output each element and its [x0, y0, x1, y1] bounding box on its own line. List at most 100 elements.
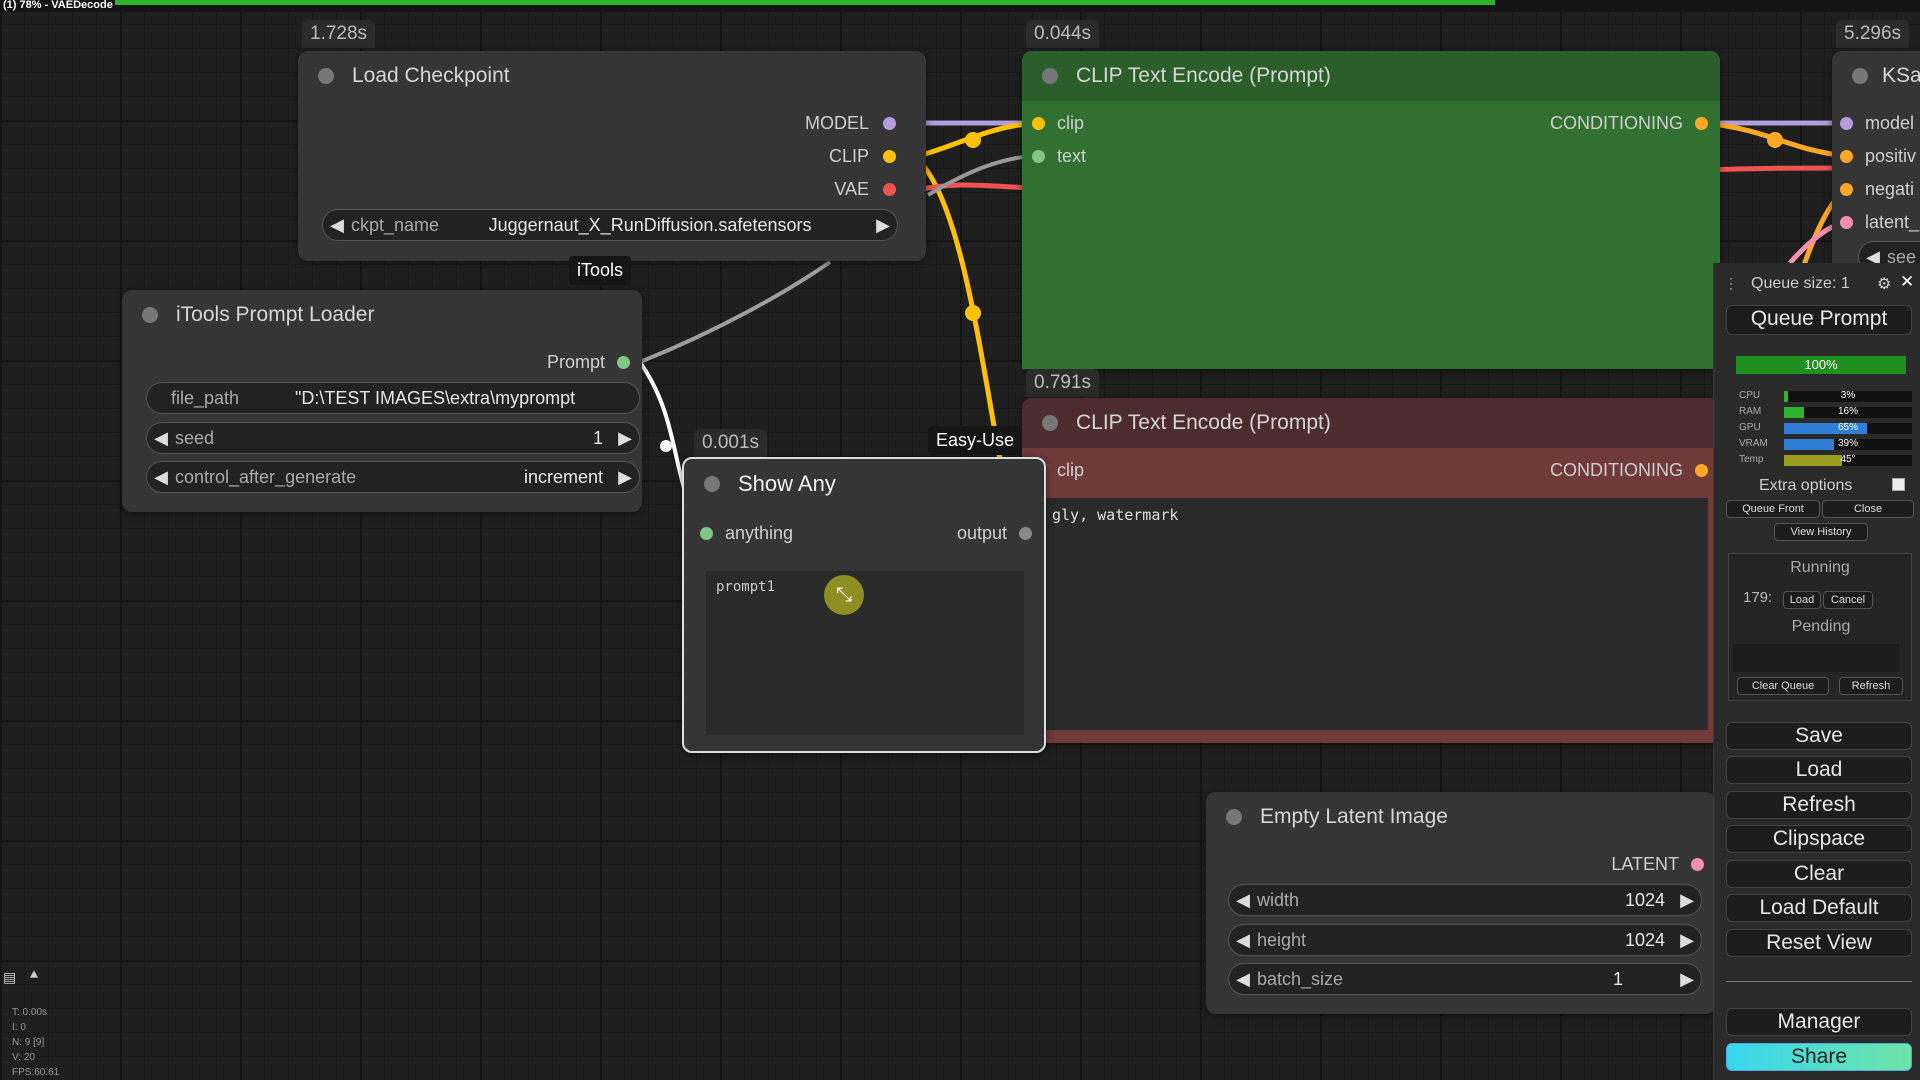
pending-list[interactable]: [1733, 644, 1899, 672]
ksampler-header[interactable]: KSa: [1832, 51, 1920, 101]
slot-dot-icon[interactable]: [883, 183, 896, 196]
output-vae[interactable]: VAE: [834, 179, 896, 200]
slot-dot-icon[interactable]: [883, 117, 896, 130]
input-latent[interactable]: latent_: [1840, 212, 1919, 233]
queue-panel[interactable]: ⋮ Queue size: 1 ⚙ ✕ Queue Prompt 100% CP…: [1713, 263, 1920, 1080]
collapse-dot-icon[interactable]: [1226, 809, 1242, 825]
queue-prompt-button[interactable]: Queue Prompt: [1726, 305, 1912, 335]
input-clip[interactable]: clip: [1032, 113, 1084, 134]
file-path-field[interactable]: file_path "D:\TEST IMAGES\extra\myprompt: [146, 382, 640, 414]
itools-prompt-loader-node[interactable]: iTools Prompt Loader Prompt file_path "D…: [122, 290, 642, 512]
input-negative[interactable]: negati: [1840, 179, 1914, 200]
pin-icon[interactable]: ⯅: [28, 967, 40, 984]
slot-dot-icon[interactable]: [617, 356, 630, 369]
batch-size-number[interactable]: ◀ batch_size 1 ▶: [1228, 963, 1702, 995]
load-checkpoint-header[interactable]: Load Checkpoint: [298, 51, 926, 101]
refresh-queue-button[interactable]: Refresh: [1839, 677, 1903, 695]
slot-dot-icon[interactable]: [1840, 216, 1853, 229]
cancel-button[interactable]: Cancel: [1823, 591, 1873, 609]
widget-label: seed: [175, 427, 215, 448]
input-text[interactable]: text: [1032, 146, 1086, 167]
empty-latent-image-node[interactable]: Empty Latent Image LATENT ◀ width 1024 ▶…: [1206, 792, 1716, 1014]
show-any-node[interactable]: Show Any anything output prompt1 ⤡: [682, 457, 1046, 753]
show-any-content[interactable]: prompt1: [706, 571, 1024, 735]
arrow-left-icon[interactable]: ◀: [1229, 969, 1257, 990]
arrow-left-icon[interactable]: ◀: [147, 428, 175, 449]
collapse-dot-icon[interactable]: [1042, 415, 1058, 431]
clip-text-encode-negative-node[interactable]: CLIP Text Encode (Prompt) clip CONDITION…: [1022, 398, 1720, 743]
close-icon[interactable]: ✕: [1900, 272, 1914, 292]
extra-options-checkbox[interactable]: [1892, 478, 1905, 491]
ksampler-node[interactable]: KSa model positiv negati latent_ ◀ see: [1832, 51, 1920, 276]
slot-dot-icon[interactable]: [1019, 527, 1032, 540]
slot-dot-icon[interactable]: [700, 527, 713, 540]
clear-button[interactable]: Clear: [1726, 860, 1912, 888]
arrow-left-icon[interactable]: ◀: [323, 215, 351, 236]
arrow-right-icon[interactable]: ▶: [1673, 890, 1701, 911]
share-button[interactable]: Share: [1726, 1043, 1912, 1071]
output-output[interactable]: output: [957, 523, 1032, 544]
output-label: MODEL: [804, 113, 869, 133]
reset-view-button[interactable]: Reset View: [1726, 929, 1912, 957]
queue-front-button[interactable]: Queue Front: [1726, 500, 1820, 518]
settings-gear-icon[interactable]: ⚙: [1877, 274, 1891, 294]
arrow-right-icon[interactable]: ▶: [611, 428, 639, 449]
arrow-right-icon[interactable]: ▶: [869, 215, 897, 236]
arrow-left-icon[interactable]: ◀: [147, 467, 175, 488]
width-number[interactable]: ◀ width 1024 ▶: [1228, 884, 1702, 916]
arrow-right-icon[interactable]: ▶: [1673, 930, 1701, 951]
collapse-dot-icon[interactable]: [318, 68, 334, 84]
clipspace-button[interactable]: Clipspace: [1726, 825, 1912, 853]
slot-dot-icon[interactable]: [1840, 183, 1853, 196]
collapse-dot-icon[interactable]: [1042, 68, 1058, 84]
load-default-button[interactable]: Load Default: [1726, 894, 1912, 922]
slot-dot-icon[interactable]: [1032, 117, 1045, 130]
output-prompt[interactable]: Prompt: [547, 352, 630, 373]
manager-button[interactable]: Manager: [1726, 1008, 1912, 1036]
output-model[interactable]: MODEL: [805, 113, 896, 134]
height-number[interactable]: ◀ height 1024 ▶: [1228, 924, 1702, 956]
clip-text-encode-positive-node[interactable]: CLIP Text Encode (Prompt) clip text COND…: [1022, 51, 1720, 369]
drag-handle-icon[interactable]: ⋮: [1724, 275, 1738, 292]
collapse-dot-icon[interactable]: [704, 476, 720, 492]
load-checkpoint-node[interactable]: Load Checkpoint MODEL CLIP VAE ◀ ckpt_na…: [298, 51, 926, 261]
slot-dot-icon[interactable]: [1695, 117, 1708, 130]
collapse-dot-icon[interactable]: [142, 307, 158, 323]
text-input[interactable]: gly, watermark: [1032, 498, 1708, 730]
clip-pos-header[interactable]: CLIP Text Encode (Prompt): [1022, 51, 1720, 101]
ckpt-name-combo[interactable]: ◀ ckpt_name Juggernaut_X_RunDiffusion.sa…: [322, 209, 898, 241]
slot-dot-icon[interactable]: [883, 150, 896, 163]
input-positive[interactable]: positiv: [1840, 146, 1916, 167]
load-button[interactable]: Load: [1783, 591, 1821, 609]
output-conditioning[interactable]: CONDITIONING: [1550, 460, 1708, 481]
slot-dot-icon[interactable]: [1695, 464, 1708, 477]
seed-number[interactable]: ◀ seed 1 ▶: [146, 422, 640, 454]
save-button[interactable]: Save: [1726, 722, 1912, 750]
output-conditioning[interactable]: CONDITIONING: [1550, 113, 1708, 134]
close-button[interactable]: Close: [1822, 500, 1914, 518]
output-latent[interactable]: LATENT: [1611, 854, 1704, 875]
control-after-generate-combo[interactable]: ◀ control_after_generate increment ▶: [146, 461, 640, 493]
arrow-left-icon[interactable]: ◀: [1229, 890, 1257, 911]
slot-dot-icon[interactable]: [1840, 150, 1853, 163]
collapse-dot-icon[interactable]: [1852, 68, 1868, 84]
show-any-header[interactable]: Show Any: [684, 459, 1044, 509]
arrow-right-icon[interactable]: ▶: [611, 467, 639, 488]
empty-latent-header[interactable]: Empty Latent Image: [1206, 792, 1716, 842]
output-clip[interactable]: CLIP: [829, 146, 896, 167]
arrow-left-icon[interactable]: ◀: [1229, 930, 1257, 951]
load-workflow-button[interactable]: Load: [1726, 756, 1912, 784]
view-history-button[interactable]: View History: [1774, 523, 1868, 541]
slot-dot-icon[interactable]: [1840, 117, 1853, 130]
slot-dot-icon[interactable]: [1032, 150, 1045, 163]
itools-header[interactable]: iTools Prompt Loader: [122, 290, 642, 340]
clear-queue-button[interactable]: Clear Queue: [1737, 677, 1829, 695]
canvas-menu-icon[interactable]: ▤: [3, 969, 16, 986]
input-anything[interactable]: anything: [700, 523, 793, 544]
arrow-right-icon[interactable]: ▶: [1673, 969, 1701, 990]
slot-dot-icon[interactable]: [1691, 858, 1704, 871]
refresh-button[interactable]: Refresh: [1726, 791, 1912, 819]
input-model[interactable]: model: [1840, 113, 1914, 134]
clip-neg-header[interactable]: CLIP Text Encode (Prompt): [1022, 398, 1720, 448]
show-any-timing: 0.001s: [694, 429, 768, 457]
